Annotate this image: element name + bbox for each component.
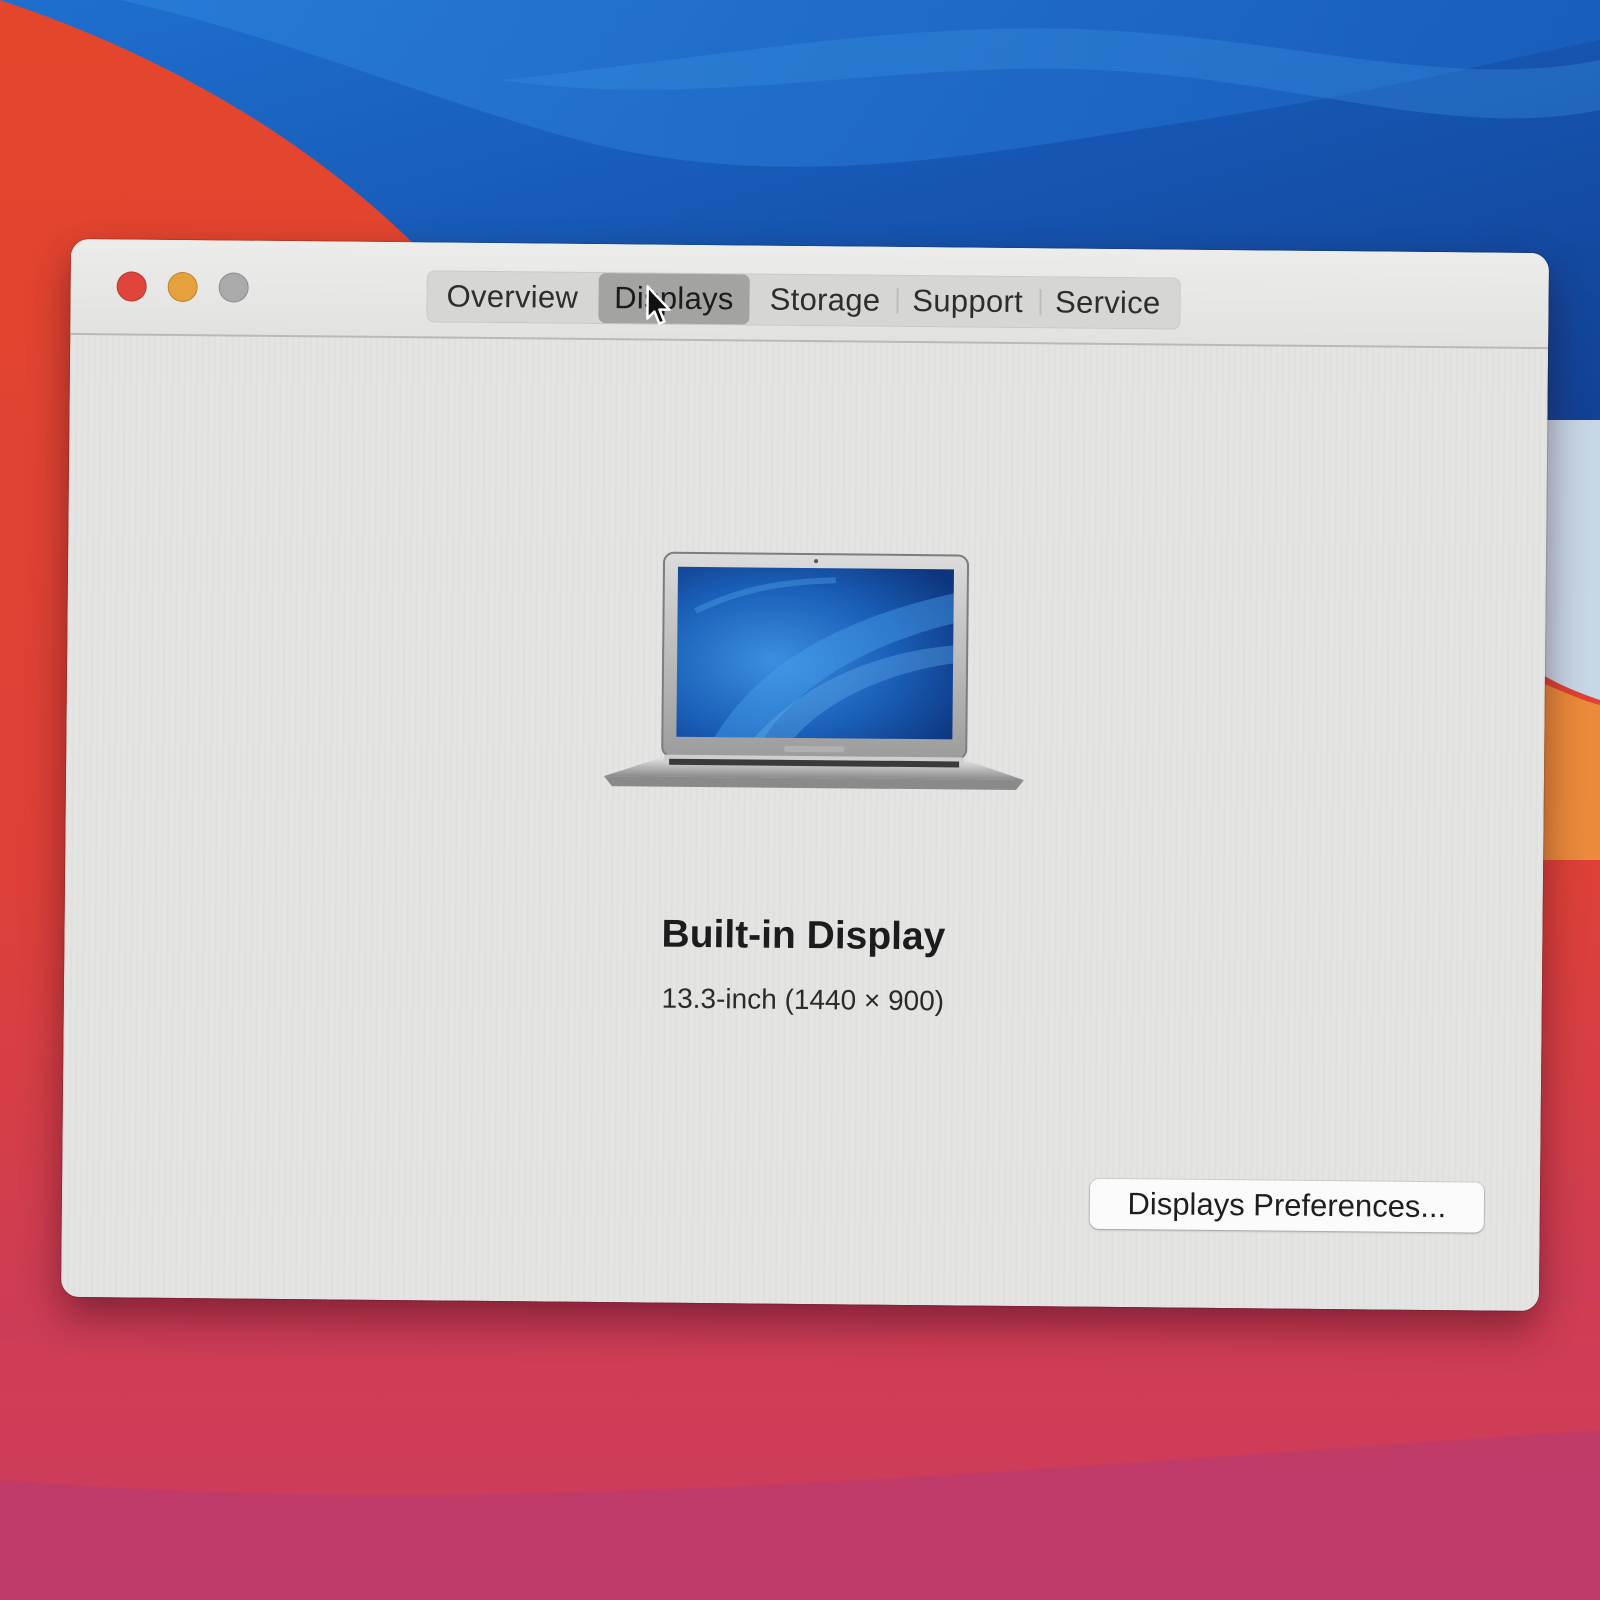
tab-service[interactable]: Service <box>1039 276 1177 329</box>
displays-preferences-button[interactable]: Displays Preferences... <box>1089 1178 1485 1233</box>
about-this-mac-window: Overview Displays Storage Support Servic… <box>60 238 1550 1312</box>
title-bar: Overview Displays Storage Support Servic… <box>70 238 1550 350</box>
close-button[interactable] <box>116 271 147 302</box>
minimize-button[interactable] <box>167 271 198 303</box>
tab-storage[interactable]: Storage <box>753 273 896 326</box>
zoom-button[interactable] <box>218 272 249 303</box>
display-name: Built-in Display <box>661 912 946 959</box>
tab-support[interactable]: Support <box>896 275 1039 328</box>
mouse-pointer-icon <box>646 285 671 325</box>
tab-overview[interactable]: Overview <box>430 270 594 324</box>
display-spec: 13.3-inch (1440 × 900) <box>661 982 945 1017</box>
laptop-icon <box>603 551 1024 791</box>
tab-bar: Overview Displays Storage Support Servic… <box>426 270 1181 330</box>
desktop: Overview Displays Storage Support Servic… <box>0 0 1600 1600</box>
